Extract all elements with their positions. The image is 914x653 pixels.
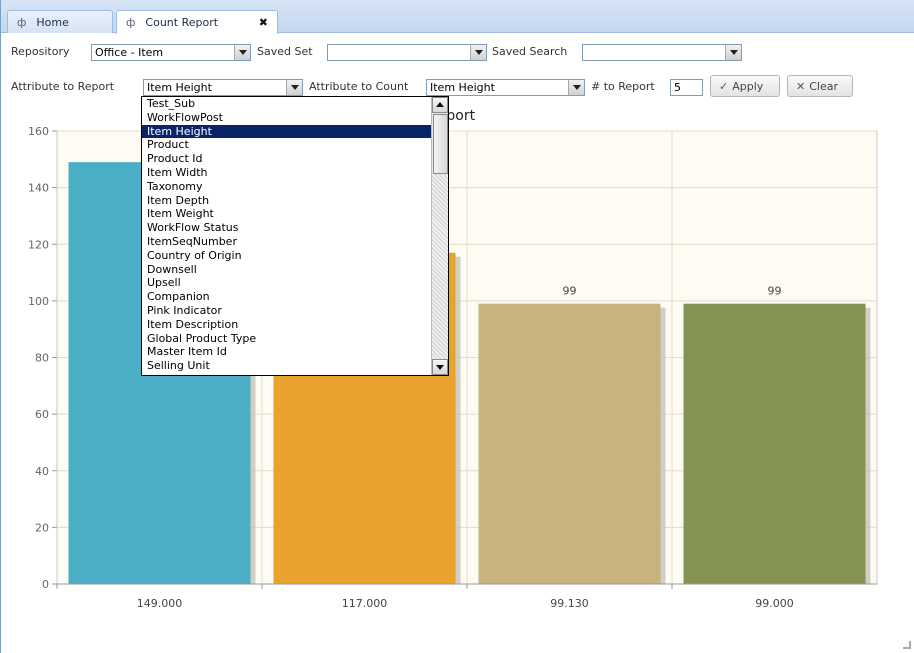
y-tick-label: 20 xyxy=(35,521,49,534)
bar-value-label: 99 xyxy=(563,285,577,298)
attribute-to-report-select[interactable]: Item Height xyxy=(143,79,303,96)
dropdown-option[interactable]: Upsell xyxy=(142,276,448,290)
attribute-to-report-value: Item Height xyxy=(147,81,212,94)
check-icon: ✓ xyxy=(719,79,729,93)
x-tick-label: 99.130 xyxy=(550,597,589,610)
dropdown-option[interactable]: Item Description xyxy=(142,318,448,332)
bar xyxy=(478,303,661,584)
chevron-down-icon[interactable] xyxy=(470,45,486,60)
tab-count-report-label: Count Report xyxy=(145,16,219,29)
attribute-to-report-label: Attribute to Report xyxy=(11,80,115,93)
dropdown-option[interactable]: Item Weight xyxy=(142,207,448,221)
dropdown-option[interactable]: Product xyxy=(142,138,448,152)
dropdown-scrollbar[interactable] xyxy=(431,97,448,375)
attribute-dropdown-list[interactable]: Test_Sub WorkFlowPost Item Height Product Pr… xyxy=(141,96,449,376)
dropdown-option[interactable]: WorkFlow Status xyxy=(142,221,448,235)
apply-button[interactable]: ✓ Apply xyxy=(710,75,780,97)
dropdown-option[interactable]: ItemSeqNumber xyxy=(142,235,448,249)
chevron-down-icon[interactable] xyxy=(725,45,741,60)
y-tick-label: 160 xyxy=(28,125,49,138)
chevron-down-icon[interactable] xyxy=(286,80,302,95)
tab-bar: ф Home ф Count Report ✖ xyxy=(1,0,914,34)
number-to-report-input[interactable]: 5 xyxy=(670,79,703,96)
dropdown-option[interactable]: WorkFlowPost xyxy=(142,111,448,125)
clear-button[interactable]: ✕ Clear xyxy=(787,75,853,97)
x-tick-label: 99.000 xyxy=(755,597,794,610)
bar-value-label: 99 xyxy=(768,285,782,298)
y-tick-label: 40 xyxy=(35,465,49,478)
y-tick-label: 80 xyxy=(35,352,49,365)
dropdown-option[interactable]: Product Id xyxy=(142,152,448,166)
dropdown-option[interactable]: Master Item Id xyxy=(142,345,448,359)
tab-count-report[interactable]: ф Count Report ✖ xyxy=(116,10,278,34)
attribute-to-count-select[interactable]: Item Height xyxy=(426,79,585,96)
scroll-up-icon[interactable] xyxy=(432,97,448,113)
scrollbar-track[interactable] xyxy=(432,175,448,359)
resize-grip-icon[interactable] xyxy=(903,641,911,649)
scrollbar-thumb[interactable] xyxy=(433,114,448,174)
dropdown-option[interactable]: Item Depth xyxy=(142,194,448,208)
close-tab-icon[interactable]: ✖ xyxy=(259,16,268,29)
scroll-down-icon[interactable] xyxy=(432,359,448,375)
dropdown-option[interactable]: Downsell xyxy=(142,263,448,277)
saved-search-label: Saved Search xyxy=(492,45,568,58)
attribute-to-count-value: Item Height xyxy=(430,81,495,94)
y-tick-label: 140 xyxy=(28,182,49,195)
count-report-app: ф Home ф Count Report ✖ Repository Offic… xyxy=(0,0,914,653)
saved-search-select[interactable] xyxy=(582,44,742,61)
clear-label: Clear xyxy=(809,79,838,93)
x-tick-label: 117.000 xyxy=(342,597,388,610)
y-tick-label: 0 xyxy=(42,578,49,591)
dropdown-option[interactable]: Taxonomy xyxy=(142,180,448,194)
bar xyxy=(683,303,866,584)
report-tab-icon: ф xyxy=(126,16,136,29)
saved-set-label: Saved Set xyxy=(257,45,313,58)
home-tab-icon: ф xyxy=(17,15,27,29)
y-tick-label: 60 xyxy=(35,408,49,421)
dropdown-options: Test_Sub WorkFlowPost Item Height Product Pr… xyxy=(142,97,448,373)
repository-label: Repository xyxy=(11,45,70,58)
dropdown-option[interactable]: Pink Indicator xyxy=(142,304,448,318)
dropdown-option[interactable]: Companion xyxy=(142,290,448,304)
saved-set-select[interactable] xyxy=(327,44,487,61)
y-tick-label: 100 xyxy=(28,295,49,308)
dropdown-option[interactable]: Test_Sub xyxy=(142,97,448,111)
x-tick-label: 149.000 xyxy=(137,597,183,610)
repository-value: Office - Item xyxy=(95,46,164,59)
dropdown-option[interactable]: Global Product Type xyxy=(142,332,448,346)
chevron-down-icon[interactable] xyxy=(568,80,584,95)
tab-home-label: Home xyxy=(36,15,69,29)
chevron-down-icon[interactable] xyxy=(234,45,250,60)
tab-home[interactable]: ф Home xyxy=(7,10,113,33)
dropdown-option[interactable]: Item Width xyxy=(142,166,448,180)
dropdown-option[interactable]: Country of Origin xyxy=(142,249,448,263)
number-to-report-label: # to Report xyxy=(591,80,655,93)
dropdown-option[interactable]: Item Height xyxy=(142,124,448,139)
repository-select[interactable]: Office - Item xyxy=(91,44,251,61)
close-icon: ✕ xyxy=(796,79,806,93)
apply-label: Apply xyxy=(732,79,764,93)
attribute-to-count-label: Attribute to Count xyxy=(309,80,409,93)
y-tick-label: 120 xyxy=(28,238,49,251)
dropdown-option[interactable]: Selling Unit xyxy=(142,359,448,373)
